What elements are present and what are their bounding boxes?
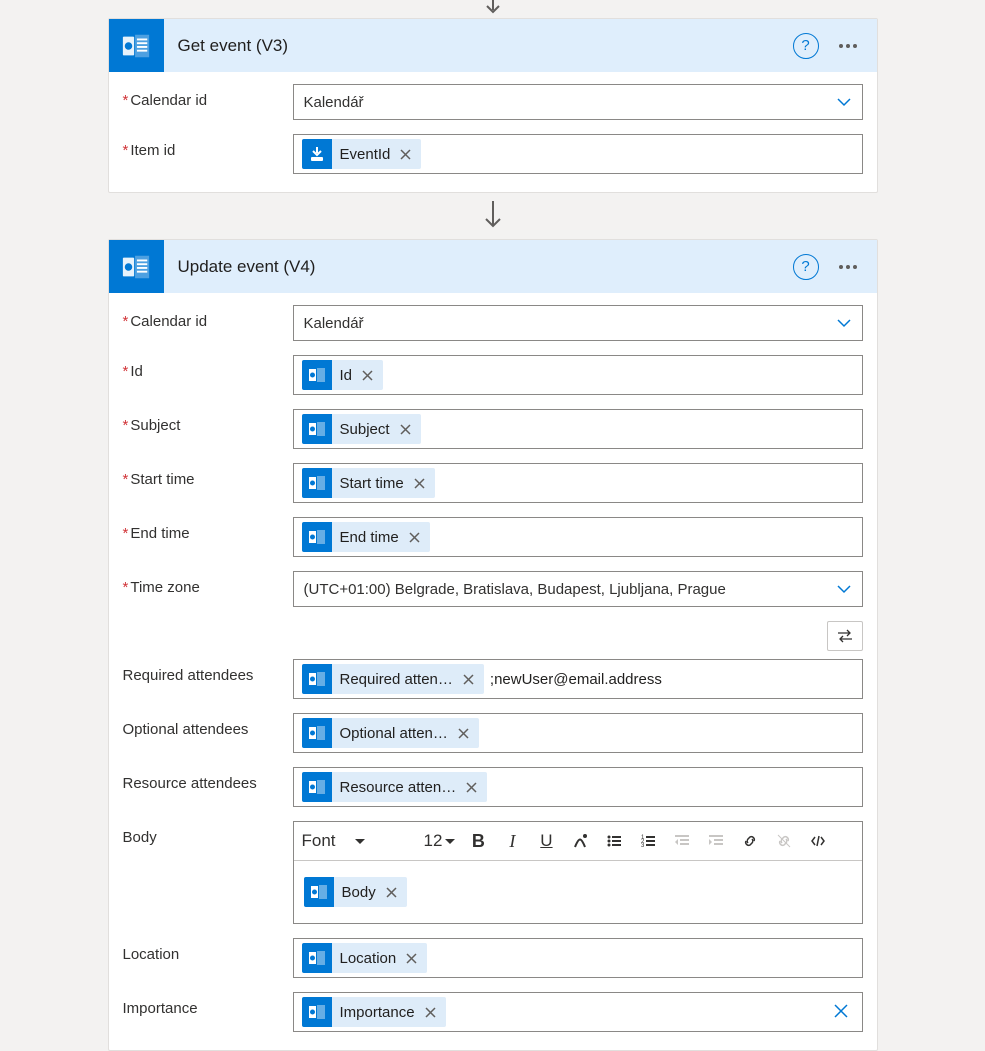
body-content-area[interactable]: Body <box>294 861 862 923</box>
action-card-update-event: Update event (V4) ? *Calendar id Kalendá… <box>108 239 878 1051</box>
increase-indent-button[interactable] <box>700 826 732 856</box>
label-calendar-id: *Calendar id <box>123 305 293 330</box>
label-calendar-id: *Calendar id <box>123 84 293 109</box>
underline-button[interactable]: U <box>530 826 562 856</box>
bulleted-list-button[interactable] <box>598 826 630 856</box>
label-location: Location <box>123 938 293 963</box>
required-attendees-input[interactable]: Required atten… ;newUser@email.address <box>293 659 863 699</box>
calendar-id-select[interactable]: Kalendář <box>293 84 863 120</box>
outlook-token-icon <box>302 664 332 694</box>
action-card-get-event: Get event (V3) ? *Calendar id Kalendář *… <box>108 18 878 193</box>
token-body[interactable]: Body <box>304 877 407 907</box>
outlook-token-icon <box>302 943 332 973</box>
token-importance[interactable]: Importance <box>302 997 446 1027</box>
code-view-button[interactable] <box>802 826 834 856</box>
token-end-time[interactable]: End time <box>302 522 430 552</box>
rte-toolbar: Font 12 B I U 123 <box>294 822 862 861</box>
location-input[interactable]: Location <box>293 938 863 978</box>
importance-input[interactable]: Importance <box>293 992 863 1032</box>
font-color-button[interactable] <box>564 826 596 856</box>
subject-input[interactable]: Subject <box>293 409 863 449</box>
chevron-down-icon <box>836 94 852 110</box>
caret-down-icon <box>444 831 456 851</box>
label-resource-attendees: Resource attendees <box>123 767 293 792</box>
remove-token-icon[interactable] <box>456 728 471 739</box>
arrow-stub-icon <box>0 0 985 18</box>
remove-token-icon[interactable] <box>360 370 375 381</box>
token-eventid[interactable]: EventId <box>302 139 422 169</box>
clear-field-icon[interactable] <box>828 1001 854 1024</box>
token-required-attendees[interactable]: Required atten… <box>302 664 484 694</box>
outlook-token-icon <box>302 772 332 802</box>
label-body: Body <box>123 821 293 846</box>
remove-token-icon[interactable] <box>464 782 479 793</box>
chevron-down-icon <box>836 581 852 597</box>
label-importance: Importance <box>123 992 293 1017</box>
outlook-token-icon <box>302 468 332 498</box>
optional-attendees-input[interactable]: Optional atten… <box>293 713 863 753</box>
arrow-down-icon <box>0 193 985 239</box>
card-header[interactable]: Get event (V3) ? <box>109 19 877 72</box>
outlook-token-icon <box>304 877 334 907</box>
chevron-down-icon <box>836 315 852 331</box>
outlook-token-icon <box>302 997 332 1027</box>
remove-token-icon[interactable] <box>461 674 476 685</box>
resource-attendees-input[interactable]: Resource atten… <box>293 767 863 807</box>
token-resource-attendees[interactable]: Resource atten… <box>302 772 488 802</box>
label-item-id: *Item id <box>123 134 293 159</box>
label-subject: *Subject <box>123 409 293 434</box>
label-required-attendees: Required attendees <box>123 659 293 684</box>
help-icon[interactable]: ? <box>793 33 819 59</box>
attendees-extra-text: ;newUser@email.address <box>490 671 662 688</box>
calendar-id-select[interactable]: Kalendář <box>293 305 863 341</box>
font-family-select[interactable]: Font <box>298 829 418 853</box>
font-size-select[interactable]: 12 <box>420 829 461 853</box>
remove-token-icon[interactable] <box>384 887 399 898</box>
remove-token-icon[interactable] <box>407 532 422 543</box>
card-title: Get event (V3) <box>178 36 779 56</box>
token-start-time[interactable]: Start time <box>302 468 435 498</box>
outlook-connector-icon <box>109 240 164 293</box>
trigger-token-icon <box>302 139 332 169</box>
time-zone-select[interactable]: (UTC+01:00) Belgrade, Bratislava, Budape… <box>293 571 863 607</box>
caret-down-icon <box>354 831 366 851</box>
card-header[interactable]: Update event (V4) ? <box>109 240 877 293</box>
end-time-input[interactable]: End time <box>293 517 863 557</box>
token-optional-attendees[interactable]: Optional atten… <box>302 718 479 748</box>
item-id-input[interactable]: EventId <box>293 134 863 174</box>
swap-input-mode-button[interactable] <box>827 621 863 651</box>
bold-button[interactable]: B <box>462 826 494 856</box>
outlook-connector-icon <box>109 19 164 72</box>
remove-token-icon[interactable] <box>404 953 419 964</box>
token-subject[interactable]: Subject <box>302 414 421 444</box>
label-start-time: *Start time <box>123 463 293 488</box>
label-end-time: *End time <box>123 517 293 542</box>
remove-token-icon[interactable] <box>398 424 413 435</box>
decrease-indent-button[interactable] <box>666 826 698 856</box>
id-input[interactable]: Id <box>293 355 863 395</box>
insert-link-button[interactable] <box>734 826 766 856</box>
outlook-token-icon <box>302 414 332 444</box>
token-location[interactable]: Location <box>302 943 428 973</box>
help-icon[interactable]: ? <box>793 254 819 280</box>
more-menu-icon[interactable] <box>833 38 863 54</box>
label-time-zone: *Time zone <box>123 571 293 596</box>
remove-link-button[interactable] <box>768 826 800 856</box>
svg-text:3: 3 <box>641 843 645 849</box>
remove-token-icon[interactable] <box>412 478 427 489</box>
outlook-token-icon <box>302 522 332 552</box>
outlook-token-icon <box>302 718 332 748</box>
card-title: Update event (V4) <box>178 257 779 277</box>
body-rich-text-editor: Font 12 B I U 123 <box>293 821 863 924</box>
label-id: *Id <box>123 355 293 380</box>
remove-token-icon[interactable] <box>423 1007 438 1018</box>
more-menu-icon[interactable] <box>833 259 863 275</box>
numbered-list-button[interactable]: 123 <box>632 826 664 856</box>
remove-token-icon[interactable] <box>398 149 413 160</box>
label-optional-attendees: Optional attendees <box>123 713 293 738</box>
outlook-token-icon <box>302 360 332 390</box>
start-time-input[interactable]: Start time <box>293 463 863 503</box>
token-id[interactable]: Id <box>302 360 384 390</box>
italic-button[interactable]: I <box>496 826 528 856</box>
